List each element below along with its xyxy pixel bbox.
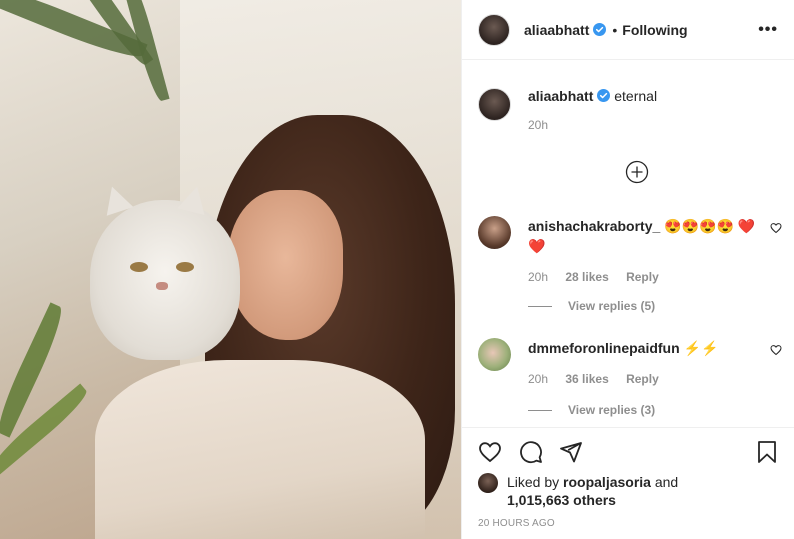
comment-time: 20h: [528, 372, 549, 386]
author-avatar[interactable]: [478, 13, 510, 46]
caption-avatar[interactable]: [478, 88, 511, 121]
replies-divider: [528, 409, 552, 411]
comment-meta: 20h 28 likes Reply: [528, 270, 768, 284]
liker-username[interactable]: roopaljasoria: [563, 474, 651, 490]
comment-meta: 20h 36 likes Reply: [528, 372, 768, 386]
cat-eye: [130, 262, 148, 272]
comment-item: anishachakraborty_ 😍😍😍😍 ❤️❤️ 20h 28 like…: [478, 216, 790, 284]
comment-icon[interactable]: [519, 440, 543, 464]
caption-text: eternal: [614, 88, 658, 104]
author-username[interactable]: aliaabhatt: [524, 22, 589, 38]
post-photo[interactable]: [0, 0, 461, 539]
heart-icon[interactable]: [478, 440, 502, 464]
liked-by-prefix: Liked by: [507, 474, 560, 490]
comment-time: 20h: [528, 270, 549, 284]
caption: aliaabhatt eternal 20h: [478, 88, 657, 132]
load-more-icon[interactable]: [625, 160, 649, 184]
view-replies-button[interactable]: View replies (5): [528, 299, 655, 313]
post-time[interactable]: 20 HOURS AGO: [478, 518, 555, 529]
liked-by-joiner: and: [654, 474, 679, 490]
verified-icon: [597, 89, 611, 102]
comment-avatar[interactable]: [478, 216, 511, 249]
header-separator: •: [612, 21, 618, 38]
liked-by-text: Liked by roopaljasoria and 1,015,663 oth…: [507, 473, 678, 509]
comment-body: anishachakraborty_ 😍😍😍😍 ❤️❤️ 20h 28 like…: [528, 216, 768, 284]
caption-body: aliaabhatt eternal 20h: [528, 88, 657, 132]
comment-username[interactable]: dmmeforonlinepaidfun: [528, 340, 680, 356]
caption-username[interactable]: aliaabhatt: [528, 88, 593, 104]
comment-body: dmmeforonlinepaidfun ⚡⚡ 20h 36 likes Rep…: [528, 338, 768, 386]
heart-icon[interactable]: [770, 222, 782, 234]
comment-item: dmmeforonlinepaidfun ⚡⚡ 20h 36 likes Rep…: [478, 338, 790, 386]
likes-count[interactable]: 1,015,663 others: [507, 492, 616, 508]
reply-button[interactable]: Reply: [626, 270, 659, 284]
cat-eye: [176, 262, 194, 272]
photo-face: [228, 190, 343, 340]
comment-message: ⚡⚡: [683, 340, 719, 356]
following-button[interactable]: Following: [622, 22, 687, 38]
comment-text: anishachakraborty_ 😍😍😍😍 ❤️❤️: [528, 216, 768, 256]
more-icon[interactable]: •••: [758, 21, 778, 39]
liked-by: Liked by roopaljasoria and 1,015,663 oth…: [478, 473, 678, 509]
comment-avatar[interactable]: [478, 338, 511, 371]
heart-icon[interactable]: [770, 344, 782, 356]
bookmark-icon[interactable]: [755, 440, 779, 464]
view-replies-label[interactable]: View replies (5): [568, 299, 655, 313]
cat-nose: [156, 282, 168, 290]
caption-line: aliaabhatt eternal: [528, 88, 657, 104]
comment-likes[interactable]: 28 likes: [565, 270, 608, 284]
share-icon[interactable]: [559, 440, 583, 464]
comment-text: dmmeforonlinepaidfun ⚡⚡: [528, 338, 768, 358]
liker-avatar[interactable]: [478, 473, 498, 493]
reply-button[interactable]: Reply: [626, 372, 659, 386]
post-header: aliaabhatt • Following •••: [462, 0, 794, 60]
post-side-panel: aliaabhatt • Following ••• aliaabhatt et…: [461, 0, 794, 539]
caption-time: 20h: [528, 118, 549, 132]
verified-icon: [593, 23, 607, 36]
view-replies-button[interactable]: View replies (3): [528, 403, 655, 417]
replies-divider: [528, 305, 552, 307]
comment-username[interactable]: anishachakraborty_: [528, 218, 660, 234]
photo-cat: [90, 182, 240, 360]
view-replies-label[interactable]: View replies (3): [568, 403, 655, 417]
comment-likes[interactable]: 36 likes: [565, 372, 608, 386]
photo-body: [95, 360, 425, 539]
action-bar: [478, 440, 779, 466]
cat-ear: [98, 182, 134, 216]
